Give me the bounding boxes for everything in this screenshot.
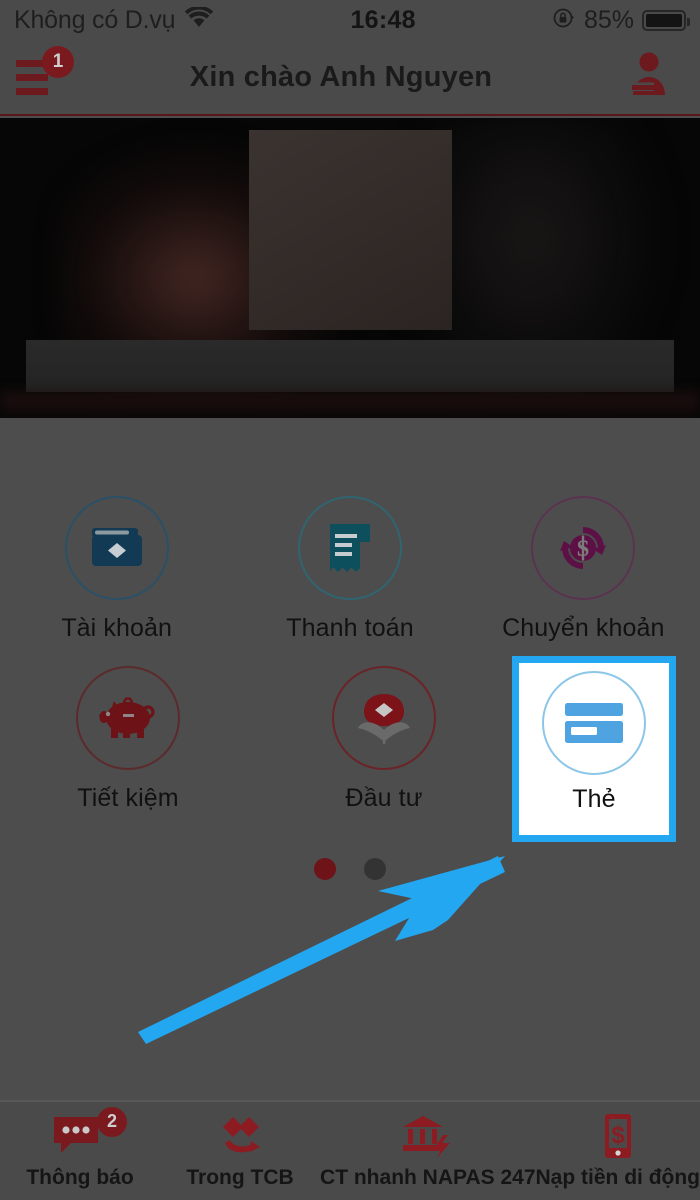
- carrier-label: Không có D.vụ: [14, 5, 176, 34]
- service-label: Tài khoản: [61, 614, 173, 642]
- clock-label: 16:48: [350, 5, 416, 34]
- service-grid-row-2: Tiết kiệm Đầu tư Thẻ: [0, 656, 700, 842]
- nav-item-trong-tcb[interactable]: Trong TCB: [160, 1102, 320, 1200]
- nav-icon-wrap: $: [596, 1113, 640, 1159]
- nav-item-napas-247[interactable]: CT nhanh NAPAS 247: [320, 1102, 536, 1200]
- service-item-dau-tu[interactable]: Đầu tư: [256, 666, 512, 836]
- app-header: 1 Xin chào Anh Nguyen: [0, 40, 700, 116]
- service-icon-circle: [76, 666, 180, 770]
- banner-floor-graphic: [0, 392, 700, 418]
- status-bar-right: 85%: [552, 5, 690, 35]
- nav-badge: 2: [97, 1106, 127, 1137]
- nav-label: Thông báo: [26, 1165, 134, 1189]
- battery-fill: [646, 13, 682, 27]
- wallet-icon: [91, 528, 142, 566]
- pagination-dot-inactive[interactable]: [364, 858, 386, 880]
- status-bar-left: Không có D.vụ: [14, 5, 214, 35]
- user-logout-button[interactable]: [626, 49, 682, 106]
- bank-fast-transfer-icon: [402, 1115, 450, 1158]
- service-item-thanh-toan[interactable]: Thanh toán: [233, 496, 466, 666]
- service-grid-row-1: Tài khoản Thanh toán Chuyển khoản: [0, 496, 700, 666]
- service-item-tiet-kiem[interactable]: Tiết kiệm: [0, 666, 256, 836]
- service-grid: Tài khoản Thanh toán Chuyển khoản Tiết k…: [0, 418, 700, 858]
- nav-icon-wrap: [399, 1113, 457, 1159]
- service-icon-circle: [542, 671, 646, 775]
- hamburger-menu-button[interactable]: 1: [16, 46, 80, 102]
- nav-item-thong-bao[interactable]: 2 Thông báo: [0, 1102, 160, 1200]
- service-item-the[interactable]: Thẻ: [512, 656, 676, 842]
- battery-icon: [642, 9, 690, 31]
- service-item-tai-khoan[interactable]: Tài khoản: [0, 496, 233, 666]
- investment-plant-icon: [358, 694, 410, 744]
- techcombank-transfer-icon: [223, 1116, 261, 1152]
- transfer-money-icon: S: [560, 527, 607, 569]
- pagination-dots: [0, 858, 700, 880]
- service-label: Tiết kiệm: [77, 784, 179, 812]
- nav-label: Nạp tiền di động: [535, 1165, 700, 1189]
- nav-icon-wrap: [211, 1113, 269, 1159]
- banner-card-graphic: [249, 130, 452, 330]
- hamburger-line: [16, 73, 48, 81]
- pagination-dot-active[interactable]: [314, 858, 336, 880]
- rotation-lock-icon: [552, 6, 576, 35]
- hamburger-line: [16, 87, 48, 95]
- piggy-bank-icon: [99, 697, 155, 738]
- promo-banner[interactable]: [0, 118, 700, 418]
- wifi-icon: [184, 5, 214, 34]
- banner-bar-graphic: [26, 340, 674, 392]
- nav-label: Trong TCB: [186, 1165, 294, 1189]
- service-label: Thẻ: [572, 785, 616, 813]
- credit-card-icon: [565, 703, 623, 743]
- nav-icon-wrap: 2: [51, 1106, 127, 1159]
- service-item-chuyen-khoan[interactable]: S Chuyển khoản: [467, 496, 700, 666]
- service-label: Chuyển khoản: [502, 614, 665, 642]
- status-bar: Không có D.vụ 16:48 85%: [0, 0, 700, 40]
- page-title: Xin chào Anh Nguyen: [189, 60, 493, 93]
- service-icon-circle: S: [531, 496, 636, 600]
- app-screen: Không có D.vụ 16:48 85% 1 Xin chào Anh N…: [0, 0, 700, 1200]
- service-icon-circle: [332, 666, 436, 770]
- nav-item-nap-tien-di-dong[interactable]: $ Nạp tiền di động: [536, 1102, 700, 1200]
- battery-percent-label: 85%: [583, 5, 634, 34]
- service-label: Đầu tư: [345, 784, 423, 812]
- service-icon-circle: [64, 496, 169, 600]
- bottom-navigation-bar: 2 Thông báo Trong TCB CT nhanh NAPAS 247…: [0, 1100, 700, 1200]
- service-icon-circle: [297, 496, 402, 600]
- svg-text:$: $: [611, 1122, 625, 1149]
- service-label: Thanh toán: [286, 614, 414, 642]
- menu-badge: 1: [42, 46, 74, 78]
- invoice-icon: [329, 524, 370, 572]
- status-bar-center: 16:48: [214, 6, 552, 35]
- nav-label: CT nhanh NAPAS 247: [320, 1165, 536, 1189]
- mobile-topup-icon: $: [604, 1113, 631, 1158]
